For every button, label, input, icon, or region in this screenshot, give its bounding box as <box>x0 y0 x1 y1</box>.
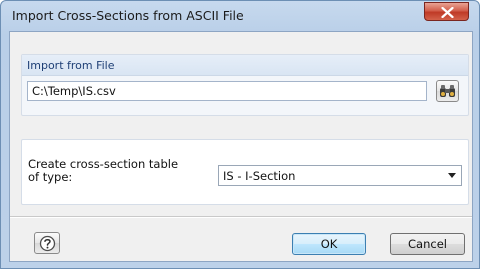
dialog-body: Import from File Create cross-section ta… <box>9 31 473 262</box>
binoculars-icon <box>440 85 455 97</box>
table-type-label: Create cross-section table of type: <box>28 158 208 184</box>
import-group-header: Import from File <box>22 55 468 76</box>
table-type-select[interactable]: IS - I-Section <box>218 165 462 186</box>
dialog-title: Import Cross-Sections from ASCII File <box>12 8 244 23</box>
ok-button[interactable]: OK <box>292 233 366 255</box>
footer-separator <box>10 216 472 218</box>
close-button[interactable] <box>424 2 469 21</box>
browse-button[interactable] <box>436 80 459 102</box>
title-bar[interactable]: Import Cross-Sections from ASCII File <box>1 1 479 31</box>
import-group-title: Import from File <box>27 59 115 72</box>
file-path-input[interactable] <box>27 81 427 101</box>
chevron-down-icon <box>448 173 456 178</box>
cancel-button[interactable]: Cancel <box>390 233 465 255</box>
help-icon <box>39 235 56 252</box>
import-from-file-group: Import from File <box>21 54 469 116</box>
close-icon <box>441 7 454 18</box>
help-button[interactable] <box>34 232 60 254</box>
table-type-label-line2: of type: <box>28 170 73 184</box>
create-table-group: Create cross-section table of type: IS -… <box>21 139 469 205</box>
table-type-selected-value: IS - I-Section <box>223 169 296 183</box>
dialog-window: Import Cross-Sections from ASCII File Im… <box>0 0 480 269</box>
